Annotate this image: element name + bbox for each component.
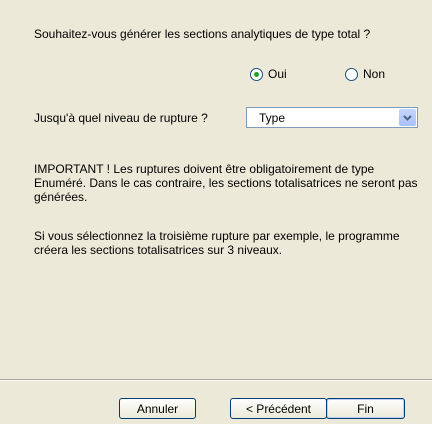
cancel-button[interactable]: Annuler xyxy=(119,398,196,419)
rupture-level-value: Type xyxy=(259,111,286,125)
question-text: Souhaitez-vous générer les sections anal… xyxy=(34,27,371,41)
footer-separator xyxy=(0,379,432,381)
radio-oui[interactable]: Oui xyxy=(250,67,287,81)
radio-oui-indicator[interactable] xyxy=(250,67,263,81)
rupture-level-select[interactable]: Type xyxy=(246,107,418,128)
chevron-down-icon[interactable] xyxy=(399,109,416,126)
rupture-level-label: Jusqu'à quel niveau de rupture ? xyxy=(34,111,208,125)
important-notice: IMPORTANT ! Les ruptures doivent être ob… xyxy=(34,162,418,204)
info-text: Si vous sélectionnez la troisième ruptur… xyxy=(34,229,400,257)
finish-button[interactable]: Fin xyxy=(326,398,405,419)
radio-non[interactable]: Non xyxy=(345,67,385,81)
previous-button[interactable]: < Précédent xyxy=(230,398,327,419)
radio-oui-label: Oui xyxy=(268,67,287,81)
radio-non-label: Non xyxy=(363,67,386,81)
radio-non-indicator[interactable] xyxy=(345,67,358,81)
